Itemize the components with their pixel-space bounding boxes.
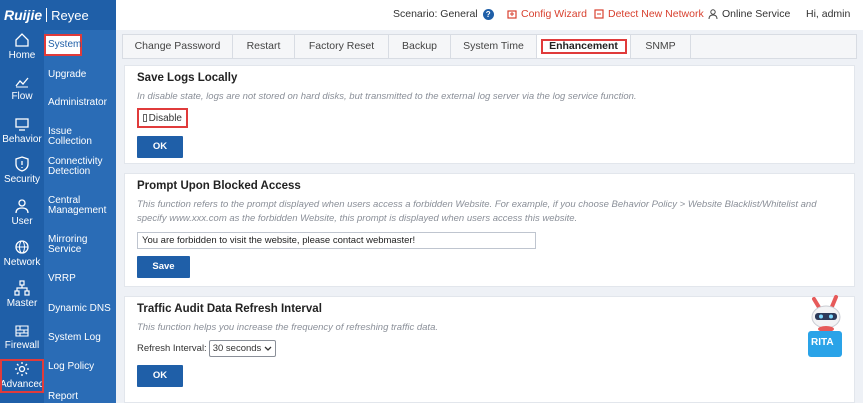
subnav-report[interactable]: Report bbox=[48, 392, 116, 402]
blocked-access-description: This function refers to the prompt displ… bbox=[137, 199, 817, 224]
disable-checkbox[interactable] bbox=[143, 114, 147, 122]
nav-flow-label: Flow bbox=[11, 91, 33, 102]
wizard-icon bbox=[507, 10, 517, 19]
nav-security-label: Security bbox=[3, 174, 41, 185]
nav-firewall-label: Firewall bbox=[4, 340, 40, 351]
nav-flow[interactable]: Flow bbox=[0, 71, 44, 111]
primary-nav: Home Flow Behavior Security User Network… bbox=[0, 30, 44, 403]
online-service-label: Online Service bbox=[722, 8, 791, 20]
rita-label: RITA bbox=[811, 337, 834, 348]
flow-icon bbox=[15, 77, 29, 88]
save-logs-panel: Save Logs Locally In disable state, logs… bbox=[124, 65, 855, 164]
refresh-interval-value: 30 seconds bbox=[212, 343, 262, 354]
subnav-log-policy[interactable]: Log Policy bbox=[48, 362, 116, 372]
rita-assistant[interactable]: RITA bbox=[806, 293, 846, 361]
brand-logo: Ruijie Reyee bbox=[0, 0, 116, 30]
subnav-connectivity-detection[interactable]: Connectivity Detection bbox=[48, 157, 108, 177]
tab-system-time[interactable]: System Time bbox=[451, 35, 537, 58]
robot-mascot-icon bbox=[808, 295, 842, 357]
service-person-icon bbox=[708, 9, 718, 19]
config-wizard-label: Config Wizard bbox=[521, 8, 587, 20]
nav-network[interactable]: Network bbox=[0, 237, 44, 277]
save-logs-title: Save Logs Locally bbox=[137, 72, 238, 84]
refresh-interval-select[interactable]: 30 seconds bbox=[208, 340, 277, 357]
subnav-system-log[interactable]: System Log bbox=[48, 333, 116, 343]
scenario-selector[interactable]: Scenario: General ? bbox=[393, 8, 494, 20]
firewall-icon bbox=[15, 325, 29, 337]
traffic-audit-ok-button[interactable]: OK bbox=[137, 365, 183, 387]
blocked-access-panel: Prompt Upon Blocked Access This function… bbox=[124, 173, 855, 287]
subnav-upgrade[interactable]: Upgrade bbox=[48, 70, 116, 80]
subnav-central-management[interactable]: Central Management bbox=[48, 196, 108, 216]
traffic-audit-panel: Traffic Audit Data Refresh Interval This… bbox=[124, 296, 855, 403]
nav-advanced-label: Advanced bbox=[0, 379, 45, 390]
nav-behavior[interactable]: Behavior bbox=[0, 114, 44, 154]
blocked-access-save-button[interactable]: Save bbox=[137, 256, 190, 278]
disable-checkbox-label: Disable bbox=[148, 112, 182, 124]
refresh-interval-label: Refresh Interval: bbox=[137, 343, 207, 354]
nav-user-label: User bbox=[11, 216, 33, 227]
user-icon bbox=[15, 199, 29, 214]
traffic-audit-title: Traffic Audit Data Refresh Interval bbox=[137, 303, 322, 315]
nav-behavior-label: Behavior bbox=[2, 134, 42, 145]
subnav-vrrp[interactable]: VRRP bbox=[48, 274, 116, 284]
tab-bar: Change Password Restart Factory Reset Ba… bbox=[122, 34, 857, 59]
nav-home[interactable]: Home bbox=[0, 30, 44, 70]
subnav-mirroring-service[interactable]: Mirroring Service bbox=[48, 235, 98, 255]
subnav-issue-collection[interactable]: Issue Collection bbox=[48, 127, 116, 147]
tab-change-password[interactable]: Change Password bbox=[123, 35, 233, 58]
nav-security[interactable]: Security bbox=[0, 154, 44, 194]
subnav-administrator[interactable]: Administrator bbox=[48, 98, 116, 108]
blocked-prompt-input[interactable] bbox=[137, 232, 536, 249]
refresh-interval-row: Refresh Interval: 30 seconds bbox=[137, 340, 842, 357]
user-menu[interactable]: Hi, admin bbox=[806, 8, 850, 20]
main-content: Change Password Restart Factory Reset Ba… bbox=[116, 30, 863, 403]
hierarchy-icon bbox=[14, 280, 30, 296]
scenario-value: General bbox=[440, 8, 478, 20]
home-icon bbox=[15, 33, 29, 47]
tab-enhancement[interactable]: Enhancement bbox=[537, 35, 631, 58]
logo-brand: Ruijie bbox=[4, 7, 43, 23]
nav-advanced[interactable]: Advanced bbox=[0, 359, 44, 393]
tab-restart[interactable]: Restart bbox=[233, 35, 295, 58]
nav-home-label: Home bbox=[8, 50, 36, 61]
gear-icon bbox=[15, 362, 29, 376]
nav-master[interactable]: Master bbox=[0, 278, 44, 318]
subnav-dynamic-dns[interactable]: Dynamic DNS bbox=[48, 304, 116, 314]
nav-user[interactable]: User bbox=[0, 196, 44, 236]
nav-network-label: Network bbox=[3, 257, 41, 268]
scenario-label: Scenario: bbox=[393, 8, 438, 20]
save-logs-ok-button[interactable]: OK bbox=[137, 136, 183, 158]
config-wizard-link[interactable]: Config Wizard bbox=[507, 8, 587, 20]
secondary-nav: System Upgrade Administrator Issue Colle… bbox=[44, 30, 116, 403]
save-logs-description: In disable state, logs are not stored on… bbox=[137, 91, 637, 102]
top-header: Ruijie Reyee Scenario: General ? Config … bbox=[0, 0, 863, 30]
tab-snmp[interactable]: SNMP bbox=[631, 35, 691, 58]
logo-sub: Reyee bbox=[51, 7, 89, 23]
nav-master-label: Master bbox=[6, 298, 38, 309]
disable-checkbox-wrapper[interactable]: Disable bbox=[137, 108, 188, 128]
detect-network-label: Detect New Network bbox=[608, 8, 704, 20]
detect-icon bbox=[594, 9, 604, 19]
tab-backup[interactable]: Backup bbox=[389, 35, 451, 58]
subnav-system[interactable]: System bbox=[44, 34, 82, 56]
chevron-down-icon bbox=[264, 346, 272, 351]
shield-icon bbox=[15, 156, 29, 172]
globe-icon bbox=[15, 240, 29, 254]
help-icon[interactable]: ? bbox=[482, 8, 494, 20]
online-service-link[interactable]: Online Service bbox=[708, 8, 790, 20]
blocked-access-title: Prompt Upon Blocked Access bbox=[137, 180, 301, 192]
tab-factory-reset[interactable]: Factory Reset bbox=[295, 35, 389, 58]
behavior-icon bbox=[15, 118, 29, 131]
user-greeting: Hi, admin bbox=[806, 8, 851, 20]
logo-divider bbox=[46, 8, 48, 22]
detect-network-link[interactable]: Detect New Network bbox=[594, 8, 704, 20]
traffic-audit-description: This function helps you increase the fre… bbox=[137, 322, 438, 333]
nav-firewall[interactable]: Firewall bbox=[0, 320, 44, 360]
